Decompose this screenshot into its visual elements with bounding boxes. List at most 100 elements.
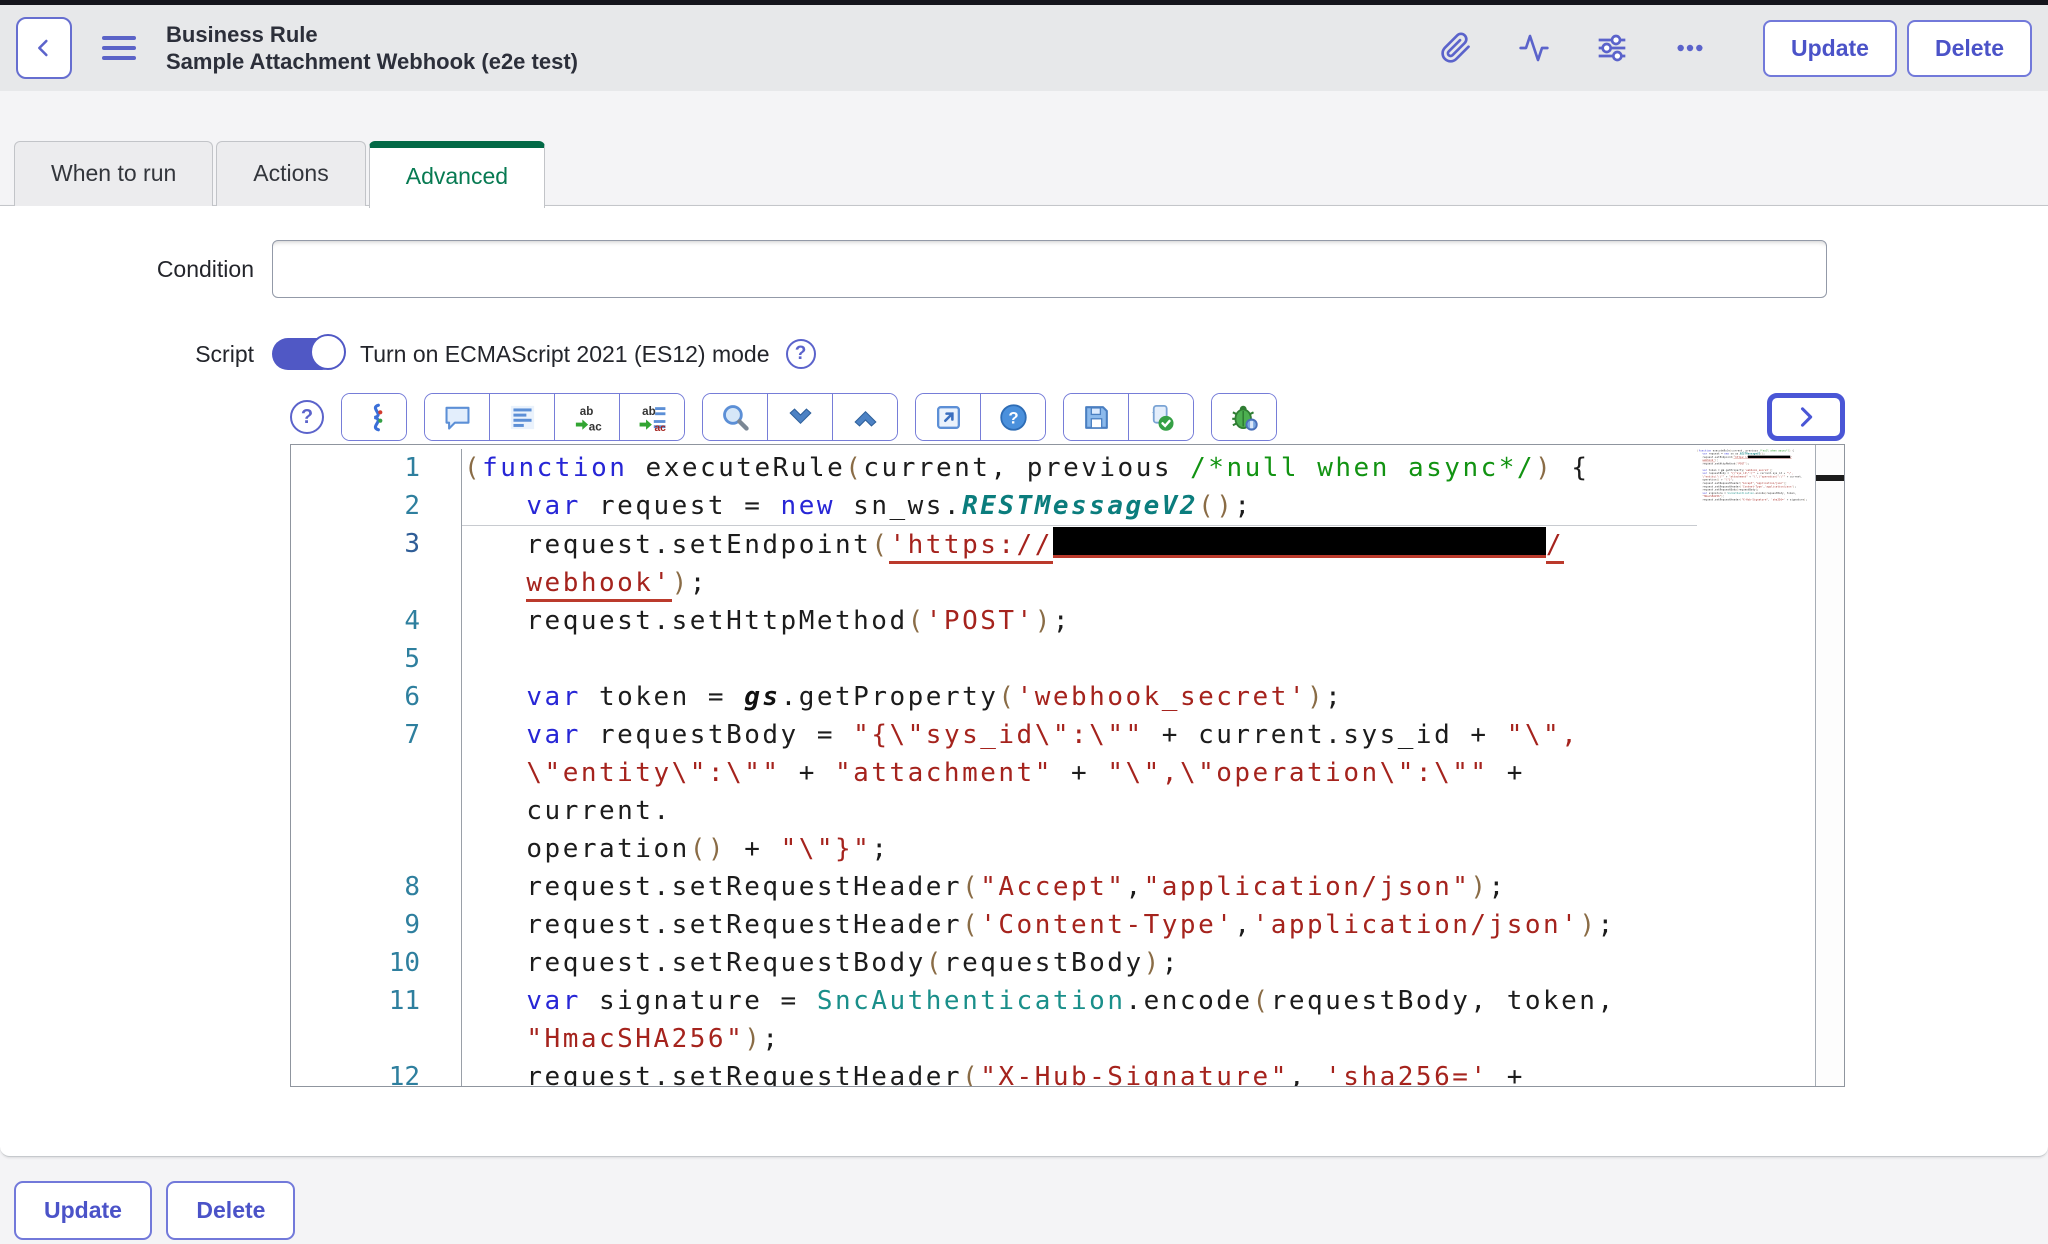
toggle-knob (310, 334, 346, 370)
script-editor-toolbar: ? abacabac? (290, 392, 1845, 442)
code-line-text: var request = new sn_ws.RESTMessageV2(); (462, 487, 1844, 525)
toolbar-group: ? (915, 393, 1046, 441)
script-label: Script (0, 341, 272, 368)
editor-help-icon[interactable]: ? (290, 400, 324, 434)
code-line-text: request.setEndpoint('https:/// webhook')… (462, 525, 1844, 602)
delete-button-header[interactable]: Delete (1907, 20, 2032, 77)
condition-row: Condition (0, 240, 2048, 298)
replace-all-icon: abac (637, 402, 668, 433)
comment-icon (442, 402, 473, 433)
line-number: 7 (291, 716, 462, 868)
line-number: 9 (291, 906, 462, 944)
more-button[interactable] (1673, 31, 1707, 65)
code-line: 8request.setRequestHeader("Accept","appl… (291, 868, 1844, 906)
form-panel: Condition Script Turn on ECMAScript 2021… (0, 205, 2048, 1157)
line-number: 11 (291, 982, 462, 1058)
syntax-editor-icon (359, 402, 390, 433)
line-number: 1 (291, 449, 462, 487)
settings-sliders-button[interactable] (1595, 31, 1629, 65)
code-line-text: (function executeRule(current, previous … (462, 449, 1844, 487)
code-line: 4request.setHttpMethod('POST'); (291, 602, 1844, 640)
tab-when-to-run[interactable]: When to run (14, 141, 213, 206)
es-mode-toggle-label: Turn on ECMAScript 2021 (ES12) mode (360, 341, 770, 368)
code-line-text: request.setRequestHeader("Accept","appli… (462, 868, 1844, 906)
es-mode-toggle[interactable] (272, 338, 338, 370)
header-icon-buttons (1439, 31, 1707, 65)
condition-label: Condition (0, 256, 272, 283)
script-row: Script Turn on ECMAScript 2021 (ES12) mo… (0, 338, 2048, 370)
condition-input[interactable] (272, 240, 1827, 298)
tab-actions[interactable]: Actions (216, 141, 365, 206)
header: Business Rule Sample Attachment Webhook … (0, 5, 2048, 91)
save-icon (1081, 402, 1112, 433)
toolbar-group (1211, 393, 1277, 441)
format-code-button[interactable] (489, 394, 554, 440)
more-icon (1674, 32, 1706, 64)
svg-text:ab: ab (642, 404, 656, 417)
open-new-window-icon (933, 402, 964, 433)
code-line-text: var requestBody = "{\"sys_id\":\"" + cur… (462, 716, 1844, 868)
line-number: 6 (291, 678, 462, 716)
editor-scrollbar[interactable] (1815, 445, 1844, 1086)
record-name-title: Sample Attachment Webhook (e2e test) (166, 48, 578, 75)
toolbar-group: abacabac (424, 393, 685, 441)
syntax-check-button[interactable] (1128, 394, 1193, 440)
debug-button[interactable] (1212, 394, 1276, 440)
code-line: 9request.setRequestHeader('Content-Type'… (291, 906, 1844, 944)
code-line: 2var request = new sn_ws.RESTMessageV2()… (291, 487, 1844, 525)
toolbar-group (1063, 393, 1194, 441)
expand-editor-button[interactable] (1767, 393, 1845, 441)
code-line: 11var signature = SncAuthentication.enco… (291, 982, 1844, 1058)
line-number: 10 (291, 944, 462, 982)
find-next-icon (785, 402, 816, 433)
line-number: 3 (291, 525, 462, 602)
open-new-window-button[interactable] (916, 394, 980, 440)
line-number: 8 (291, 868, 462, 906)
tab-advanced[interactable]: Advanced (369, 141, 545, 208)
update-button-footer[interactable]: Update (14, 1181, 152, 1240)
code-line: 3request.setEndpoint('https:/// webhook'… (291, 525, 1844, 602)
comment-button[interactable] (425, 394, 489, 440)
line-number: 5 (291, 640, 462, 678)
svg-text:ac: ac (588, 420, 601, 433)
code-line-text: var signature = SncAuthentication.encode… (462, 982, 1844, 1058)
line-number: 12 (291, 1058, 462, 1087)
syntax-check-icon (1146, 402, 1177, 433)
tab-bar: When to runActionsAdvanced (0, 141, 2048, 206)
code-line: 12request.setRequestHeader("X-Hub-Signat… (291, 1058, 1844, 1087)
replace-button[interactable]: ab ac (554, 394, 619, 440)
code-line: 1(function executeRule(current, previous… (291, 449, 1844, 487)
update-button-header[interactable]: Update (1763, 20, 1897, 77)
code-line-text: request.setHttpMethod('POST'); (462, 602, 1844, 640)
help-button[interactable]: ? (980, 394, 1045, 440)
find-previous-button[interactable] (832, 394, 897, 440)
find-previous-icon (850, 402, 881, 433)
code-line: 6var token = gs.getProperty('webhook_sec… (291, 678, 1844, 716)
replace-icon: ab ac (572, 402, 603, 433)
replace-all-button[interactable]: abac (619, 394, 684, 440)
search-button[interactable] (703, 394, 767, 440)
code-lines: 1(function executeRule(current, previous… (291, 445, 1844, 1087)
svg-text:ab: ab (579, 404, 593, 417)
activity-icon (1518, 32, 1550, 64)
svg-text:?: ? (1008, 408, 1018, 427)
script-code-editor[interactable]: 1(function executeRule(current, previous… (290, 444, 1845, 1087)
es-mode-help-icon[interactable]: ? (786, 339, 816, 369)
syntax-editor-button[interactable] (342, 394, 406, 440)
redacted-url (1053, 527, 1546, 558)
attachment-button[interactable] (1439, 31, 1473, 65)
code-line: 5 (291, 640, 1844, 678)
activity-button[interactable] (1517, 31, 1551, 65)
back-button[interactable] (16, 17, 72, 79)
record-type-title: Business Rule (166, 21, 578, 48)
chevron-right-icon (1792, 403, 1820, 431)
find-next-button[interactable] (767, 394, 832, 440)
scrollbar-marker (1816, 475, 1844, 481)
toolbar-group (341, 393, 407, 441)
context-menu-icon[interactable] (102, 36, 136, 60)
save-button[interactable] (1064, 394, 1128, 440)
delete-button-footer[interactable]: Delete (166, 1181, 295, 1240)
attachment-icon (1440, 32, 1472, 64)
line-number: 2 (291, 487, 462, 525)
help-icon: ? (998, 402, 1029, 433)
